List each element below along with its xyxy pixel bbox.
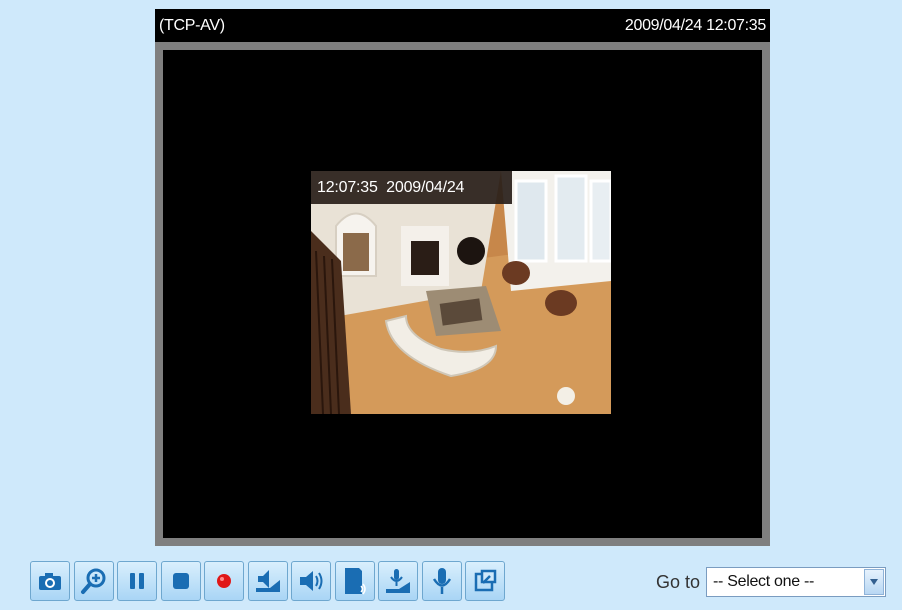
control-toolbar (30, 560, 509, 602)
mute-button[interactable] (291, 561, 331, 601)
video-frame: 12:07:35 2009/04/24 (155, 42, 770, 546)
microphone-button[interactable] (421, 561, 462, 601)
video-screen[interactable]: 12:07:35 2009/04/24 (163, 50, 762, 538)
talk-icon (344, 568, 366, 595)
goto-label: Go to (656, 571, 701, 592)
fullscreen-button[interactable] (465, 561, 505, 601)
viewer-title-bar: (TCP-AV) 2009/04/24 12:07:35 (155, 9, 770, 42)
microphone-icon (432, 568, 451, 594)
digital-zoom-button[interactable] (73, 561, 114, 601)
talk-button[interactable] (334, 561, 375, 601)
stop-button[interactable] (160, 561, 201, 601)
mic-volume-button[interactable] (378, 561, 418, 601)
fullscreen-icon (474, 569, 497, 592)
datetime-label: 2009/04/24 12:07:35 (624, 16, 766, 34)
video-overlay-timestamp: 12:07:35 2009/04/24 (311, 171, 512, 204)
snapshot-button[interactable] (30, 561, 70, 601)
goto-selected-value: -- Select one -- (713, 573, 815, 590)
goto-control: Go to -- Select one -- (656, 566, 887, 598)
camera-icon (39, 573, 61, 590)
record-icon (217, 574, 231, 588)
pause-button[interactable] (117, 561, 157, 601)
volume-slider-icon (255, 570, 280, 592)
volume-button[interactable] (247, 561, 288, 601)
stop-icon (172, 573, 189, 589)
speaker-icon (300, 571, 323, 591)
record-button[interactable] (204, 561, 244, 601)
goto-select[interactable]: -- Select one -- (706, 567, 887, 597)
live-video-image: 12:07:35 2009/04/24 (311, 171, 611, 414)
pause-icon (130, 573, 144, 589)
chevron-down-icon[interactable] (864, 569, 885, 595)
video-viewer: (TCP-AV) 2009/04/24 12:07:35 12:07:35 20… (155, 9, 770, 546)
mic-slider-icon (386, 569, 410, 593)
zoom-in-icon (80, 568, 105, 594)
protocol-label: (TCP-AV) (159, 16, 225, 34)
